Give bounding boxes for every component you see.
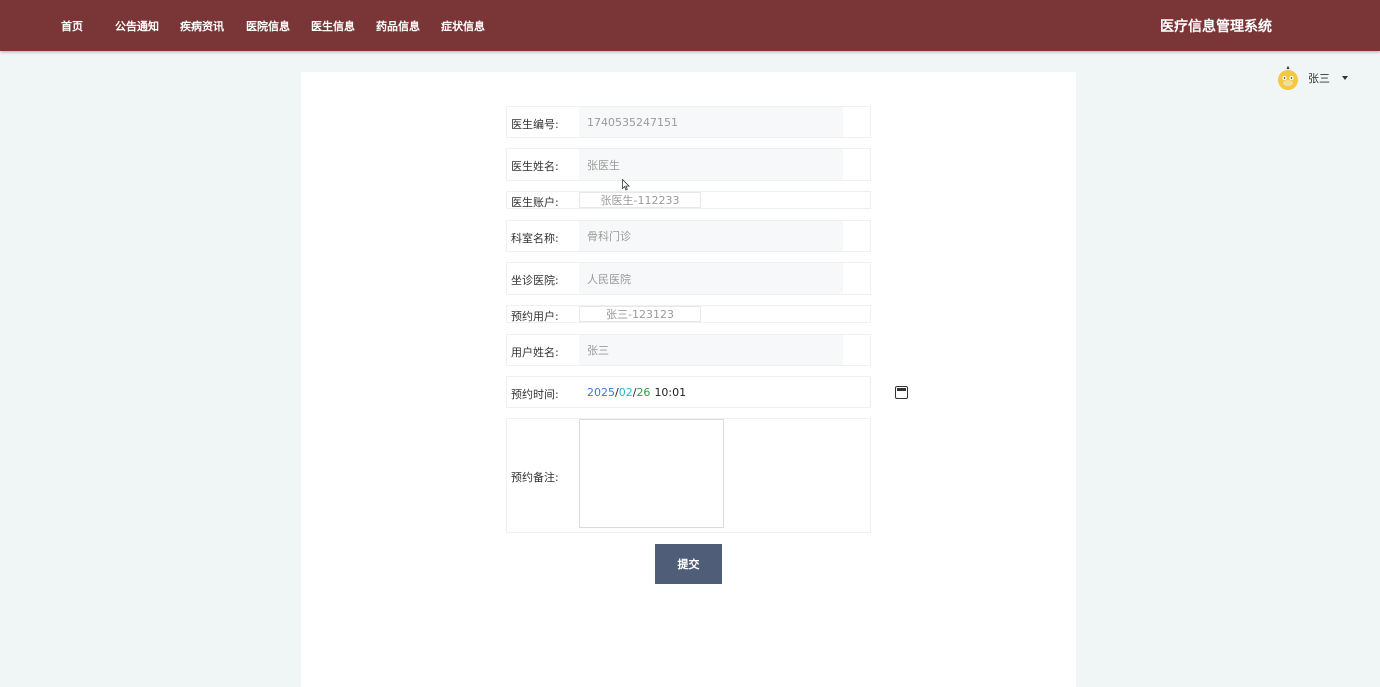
top-navbar: 首页 公告通知 疾病资讯 医院信息 医生信息 药品信息 症状信息 医疗信息管理系… xyxy=(0,0,1380,51)
note-row: 预约备注: xyxy=(506,418,871,533)
department-row: 科室名称: xyxy=(506,220,871,252)
calendar-icon[interactable] xyxy=(895,386,908,399)
caret-down-icon xyxy=(1342,76,1348,80)
nav-announcements[interactable]: 公告通知 xyxy=(115,18,159,34)
nav-doctor-info[interactable]: 医生信息 xyxy=(311,18,355,34)
user-name-row: 用户姓名: xyxy=(506,334,871,366)
hospital-input[interactable] xyxy=(579,263,843,294)
doctor-id-label: 医生编号: xyxy=(511,118,559,131)
department-label: 科室名称: xyxy=(511,232,559,245)
booking-user-select[interactable]: 张三-123123 xyxy=(579,306,701,322)
nav-disease-news[interactable]: 疾病资讯 xyxy=(180,18,224,34)
date-day: 26 xyxy=(636,385,651,399)
booking-time-label: 预约时间: xyxy=(511,388,559,401)
department-input[interactable] xyxy=(579,221,843,251)
doctor-account-select[interactable]: 张医生-112233 xyxy=(579,192,701,208)
hospital-label: 坐诊医院: xyxy=(511,274,559,287)
nav-symptom-info[interactable]: 症状信息 xyxy=(441,18,485,34)
doctor-name-label: 医生姓名: xyxy=(511,160,559,173)
nav-home[interactable]: 首页 xyxy=(61,18,83,34)
doctor-id-input[interactable] xyxy=(579,107,843,137)
nav-hospital-info[interactable]: 医院信息 xyxy=(246,18,290,34)
date-time: 10:01 xyxy=(654,385,687,399)
mouse-cursor-icon xyxy=(622,179,630,191)
nav-drug-info[interactable]: 药品信息 xyxy=(376,18,420,34)
date-month: 02 xyxy=(618,385,633,399)
user-name: 张三 xyxy=(1308,72,1330,85)
note-label: 预约备注: xyxy=(511,471,559,484)
submit-button[interactable]: 提交 xyxy=(655,544,722,584)
note-textarea[interactable] xyxy=(579,419,724,528)
site-title: 医疗信息管理系统 xyxy=(1160,19,1272,35)
booking-user-row: 预约用户: 张三-123123 xyxy=(506,305,871,323)
booking-time-input[interactable]: 2025/02/26 10:01 xyxy=(579,377,908,407)
doctor-id-row: 医生编号: xyxy=(506,106,871,138)
user-menu[interactable]: 张三 xyxy=(1276,64,1348,92)
user-name-label: 用户姓名: xyxy=(511,346,559,359)
user-name-input[interactable] xyxy=(579,335,843,365)
date-year: 2025 xyxy=(587,385,615,399)
psyduck-avatar-icon xyxy=(1278,66,1298,90)
doctor-name-input[interactable] xyxy=(579,149,843,180)
hospital-row: 坐诊医院: xyxy=(506,262,871,295)
booking-user-label: 预约用户: xyxy=(511,310,559,323)
doctor-name-row: 医生姓名: xyxy=(506,148,871,181)
doctor-account-label: 医生账户: xyxy=(511,196,559,209)
booking-time-row: 预约时间: 2025/02/26 10:01 xyxy=(506,376,908,408)
doctor-account-row: 医生账户: 张医生-112233 xyxy=(506,191,871,209)
